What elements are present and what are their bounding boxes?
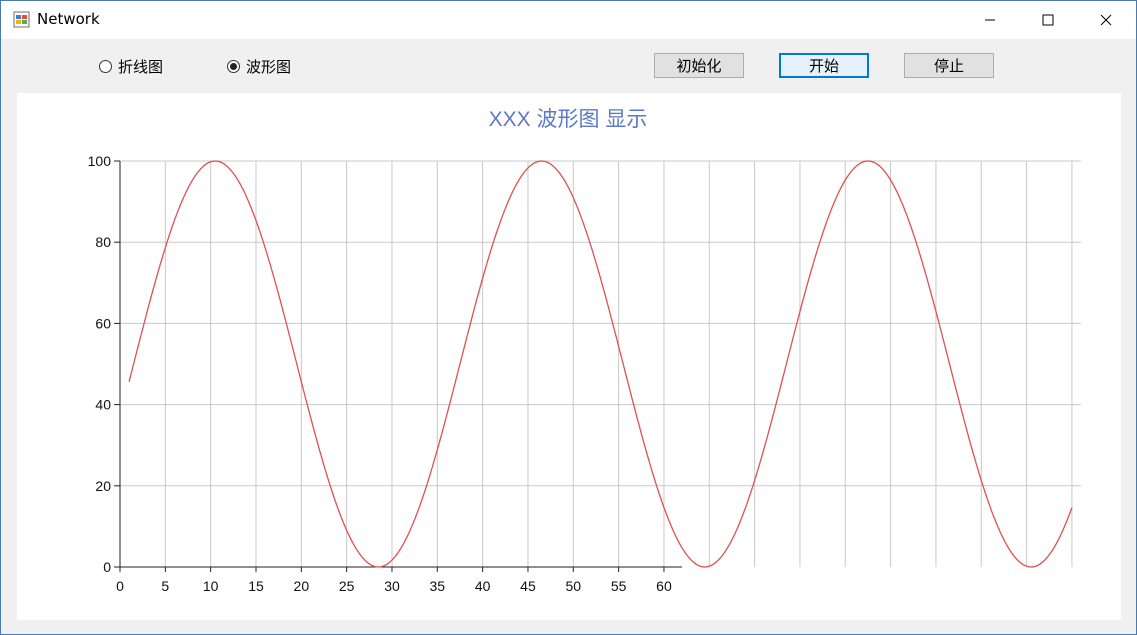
- x-tick-label: 25: [339, 578, 355, 594]
- x-tick-label: 40: [475, 578, 491, 594]
- radio-waveform-circle[interactable]: [227, 60, 240, 73]
- radio-line-chart[interactable]: 折线图: [99, 56, 163, 77]
- x-tick-label: 15: [248, 578, 264, 594]
- init-button[interactable]: 初始化: [654, 53, 744, 78]
- y-tick-label: 20: [95, 478, 111, 494]
- minimize-button[interactable]: [961, 1, 1019, 39]
- window-title: Network: [37, 10, 100, 28]
- y-tick-label: 80: [95, 234, 111, 250]
- maximize-button[interactable]: [1019, 1, 1077, 39]
- toolbar: 折线图 波形图 初始化 开始 停止: [1, 39, 1136, 93]
- x-tick-label: 30: [384, 578, 400, 594]
- chart-series: [128, 160, 1073, 568]
- minimize-icon: [985, 19, 995, 21]
- x-tick-label: 35: [430, 578, 446, 594]
- y-tick-label: 60: [95, 315, 111, 331]
- close-button[interactable]: [1077, 1, 1135, 39]
- chart-title: XXX 波形图 显示: [489, 108, 648, 131]
- y-tick-label: 0: [103, 559, 111, 575]
- x-tick-label: 0: [116, 578, 124, 594]
- x-tick-label: 55: [611, 578, 627, 594]
- stop-button[interactable]: 停止: [904, 53, 994, 78]
- radio-line-chart-label: 折线图: [118, 58, 164, 76]
- y-tick-label: 40: [95, 397, 111, 413]
- x-tick-label: 10: [203, 578, 219, 594]
- start-button[interactable]: 开始: [779, 53, 869, 78]
- chart-grid: [120, 160, 1081, 567]
- waveform-chart: XXX 波形图 显示 0 20 40 60 80 100 0 5 10 15 20 25 30 35 40 4…: [88, 108, 1081, 594]
- y-tick-label: 100: [88, 153, 112, 169]
- chart-panel: XXX 波形图 显示 0 20 40 60 80 100 0 5 10 15 20 25 30 35 40 4…: [17, 93, 1121, 620]
- x-tick-label: 50: [566, 578, 582, 594]
- x-tick-label: 5: [161, 578, 169, 594]
- x-tick-label: 45: [520, 578, 536, 594]
- radio-line-chart-circle[interactable]: [99, 60, 112, 73]
- app-window: Network 折线图 波形图 初始化 开始 停止 XXX 波形图 显示 0 2…: [0, 0, 1137, 635]
- radio-waveform-label: 波形图: [246, 58, 292, 76]
- maximize-icon: [1042, 14, 1054, 26]
- x-tick-label: 20: [294, 578, 310, 594]
- x-tick-label: 60: [656, 578, 672, 594]
- series-line: [128, 160, 1073, 568]
- chart-axes: [114, 160, 683, 572]
- title-bar[interactable]: Network: [1, 1, 1136, 39]
- radio-waveform[interactable]: 波形图: [227, 56, 291, 77]
- close-icon: [1100, 14, 1112, 26]
- app-window-icon: [13, 11, 30, 28]
